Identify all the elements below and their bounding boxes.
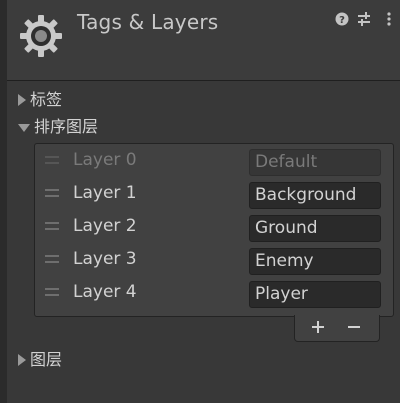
collapsed-arrow-icon	[18, 94, 26, 106]
collapsed-arrow-icon	[18, 354, 26, 366]
layer-label: Layer 0	[73, 150, 137, 170]
drag-handle-icon[interactable]	[45, 222, 59, 232]
list-item: Layer 0 Default	[35, 145, 393, 178]
list-item[interactable]: Layer 2 Ground	[35, 211, 393, 244]
preset-icon[interactable]	[357, 12, 371, 26]
layer-name-field[interactable]: Background	[249, 182, 381, 209]
layer-label: Layer 4	[73, 282, 137, 302]
layer-name-field[interactable]: Ground	[249, 215, 381, 242]
sorting-layers-foldout[interactable]: 排序图层	[18, 117, 98, 137]
window-title: Tags & Layers	[77, 10, 219, 34]
inspector-header: Tags & Layers ?	[7, 0, 400, 81]
window-left-strip	[0, 10, 7, 403]
layer-name-field[interactable]: Enemy	[249, 248, 381, 275]
help-icon[interactable]: ?	[335, 12, 349, 26]
layer-label: Layer 1	[73, 183, 137, 203]
drag-handle-icon[interactable]	[45, 288, 59, 298]
drag-handle-icon	[45, 156, 59, 166]
list-item[interactable]: Layer 3 Enemy	[35, 244, 393, 277]
sorting-layers-label: 排序图层	[34, 117, 99, 136]
remove-layer-button[interactable]	[341, 317, 367, 337]
svg-text:?: ?	[339, 15, 345, 26]
tags-foldout[interactable]: 标签	[18, 90, 62, 110]
layers-label: 图层	[30, 350, 63, 369]
expanded-arrow-icon	[18, 124, 30, 132]
sorting-layers-list: Layer 0 Default Layer 1 Background Layer…	[34, 143, 394, 317]
tags-label: 标签	[30, 90, 63, 109]
add-layer-button[interactable]	[305, 317, 331, 337]
layer-name-field: Default	[249, 149, 381, 176]
drag-handle-icon[interactable]	[45, 255, 59, 265]
layer-name-field[interactable]: Player	[249, 281, 381, 308]
layers-foldout[interactable]: 图层	[18, 350, 62, 370]
layer-label: Layer 3	[73, 249, 137, 269]
list-footer	[294, 315, 380, 342]
list-item[interactable]: Layer 4 Player	[35, 277, 393, 310]
layer-label: Layer 2	[73, 216, 137, 236]
gear-icon	[20, 15, 62, 57]
drag-handle-icon[interactable]	[45, 189, 59, 199]
list-item[interactable]: Layer 1 Background	[35, 178, 393, 211]
menu-icon[interactable]	[382, 12, 396, 26]
